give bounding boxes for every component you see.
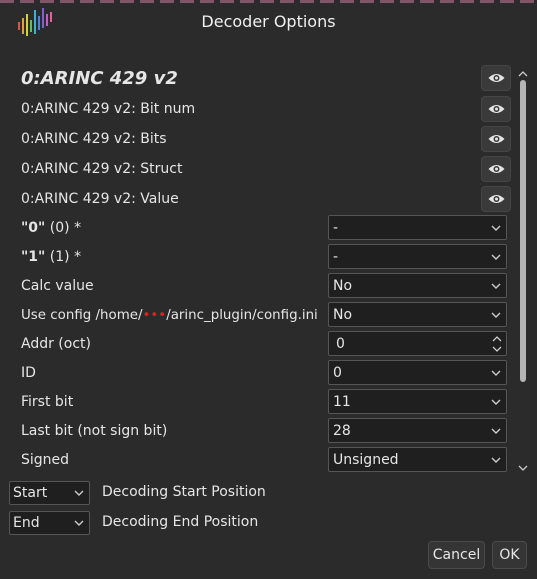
annotation-row-struct: 0:ARINC 429 v2: Struct xyxy=(21,156,511,182)
chevron-down-icon xyxy=(491,254,501,260)
chevron-down-icon xyxy=(74,490,84,496)
start-position-select[interactable]: Start xyxy=(9,481,90,505)
use-config-select[interactable]: No xyxy=(328,302,507,327)
scroll-down-arrow-icon[interactable] xyxy=(518,464,528,472)
eye-icon xyxy=(488,135,504,143)
option-row-use-config: Use config /home/•••/arinc_plugin/config… xyxy=(21,302,331,328)
eye-icon xyxy=(488,74,504,82)
visibility-toggle-button[interactable] xyxy=(481,156,511,182)
signed-select[interactable]: Unsigned xyxy=(328,447,507,472)
annotation-label: 0:ARINC 429 v2: Value xyxy=(21,191,179,207)
chevron-up-icon[interactable] xyxy=(492,335,502,342)
ok-button[interactable]: OK xyxy=(492,541,527,569)
options-scroll-area[interactable]: 0:ARINC 429 v2 0:ARINC 429 v2: Bit num 0… xyxy=(14,62,532,474)
spin-arrows[interactable] xyxy=(492,335,502,353)
calc-value-select[interactable]: No xyxy=(328,273,507,298)
redacted-username: ••• xyxy=(142,307,167,323)
title-bar[interactable]: Decoder Options xyxy=(0,0,537,44)
annotation-row-bits: 0:ARINC 429 v2: Bits xyxy=(21,126,511,152)
channel-0-select[interactable]: - xyxy=(328,215,507,240)
chevron-down-icon xyxy=(491,225,501,231)
eye-icon xyxy=(488,105,504,113)
annotation-label: 0:ARINC 429 v2: Bits xyxy=(21,131,167,147)
cancel-button[interactable]: Cancel xyxy=(428,541,485,569)
chevron-down-icon xyxy=(491,457,501,463)
decoder-title: 0:ARINC 429 v2 xyxy=(21,67,178,89)
decoder-title-row: 0:ARINC 429 v2 xyxy=(21,63,511,93)
chevron-down-icon xyxy=(74,520,84,526)
chevron-down-icon xyxy=(491,399,501,405)
option-label-use-config: Use config /home/•••/arinc_plugin/config… xyxy=(21,307,318,323)
vertical-scrollbar[interactable] xyxy=(516,70,530,472)
chevron-down-icon xyxy=(491,283,501,289)
visibility-toggle-button[interactable] xyxy=(481,96,511,122)
end-position-select[interactable]: End xyxy=(9,511,90,535)
id-select[interactable]: 0 xyxy=(328,360,507,385)
eye-icon xyxy=(488,195,504,203)
visibility-toggle-button[interactable] xyxy=(481,126,511,152)
visibility-toggle-button[interactable] xyxy=(481,186,511,212)
eye-icon xyxy=(488,165,504,173)
chevron-down-icon xyxy=(491,312,501,318)
first-bit-select[interactable]: 11 xyxy=(328,389,507,414)
channel-1-select[interactable]: - xyxy=(328,244,507,269)
end-position-label: Decoding End Position xyxy=(102,514,259,530)
scrollbar-thumb[interactable] xyxy=(520,80,526,382)
chevron-down-icon xyxy=(491,428,501,434)
last-bit-select[interactable]: 28 xyxy=(328,418,507,443)
annotation-row-bit-num: 0:ARINC 429 v2: Bit num xyxy=(21,96,511,122)
addr-spinbox[interactable]: 0 xyxy=(328,331,507,356)
scroll-up-arrow-icon[interactable] xyxy=(518,70,528,78)
annotation-label: 0:ARINC 429 v2: Struct xyxy=(21,161,183,177)
window-title: Decoder Options xyxy=(201,12,336,31)
start-position-label: Decoding Start Position xyxy=(102,484,266,500)
chevron-down-icon[interactable] xyxy=(492,346,502,353)
chevron-down-icon xyxy=(491,370,501,376)
visibility-toggle-button[interactable] xyxy=(481,65,511,91)
annotation-row-value: 0:ARINC 429 v2: Value xyxy=(21,186,511,212)
annotation-label: 0:ARINC 429 v2: Bit num xyxy=(21,101,196,117)
